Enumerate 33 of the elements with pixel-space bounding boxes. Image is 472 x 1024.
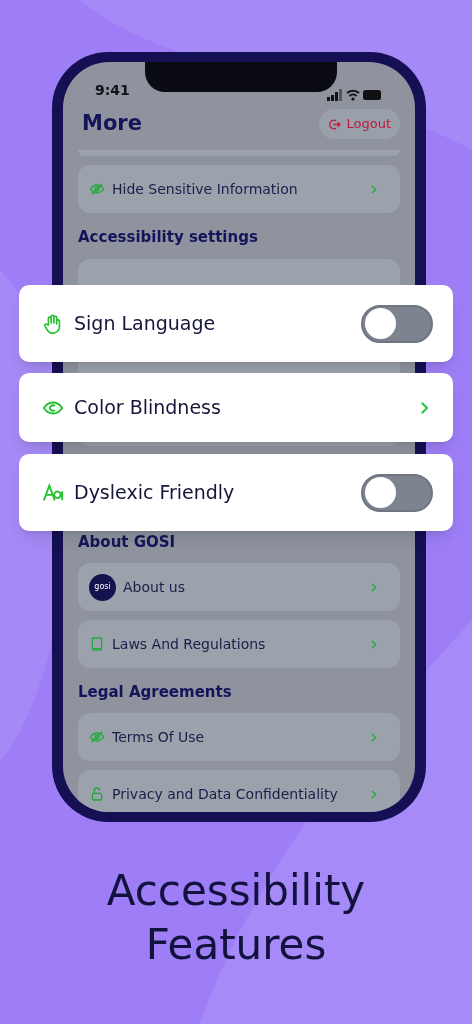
toggle-switch[interactable] [361,473,433,512]
font-size-icon [42,481,64,504]
status-icons [327,89,383,101]
row-label: Privacy and Data Confidentiality [112,784,338,804]
list-row[interactable]: gosi About us [78,563,400,611]
list-row[interactable]: Hide Sensitive Information [78,165,400,213]
section-heading: Accessibility settings [78,227,259,247]
row-label: Hide Sensitive Information [112,179,298,199]
section-heading: About GOSI [78,532,177,552]
page-title: More [82,110,142,138]
row-label: Color Blindness [74,395,221,421]
settings-row[interactable]: Color Blindness [19,373,453,442]
list-row[interactable]: Privacy and Data Confidentiality [78,770,400,812]
row-label: About us [123,577,185,597]
caption-text: Features [145,919,327,971]
eye-slash-icon [89,181,105,197]
settings-row[interactable]: Dyslexic Friendly [19,454,453,531]
row-label: Terms Of Use [112,727,205,747]
gosi-logo: gosi [89,573,116,601]
section-heading: Legal Agreements [78,682,233,702]
lock-icon [89,786,105,802]
list-row[interactable]: Terms Of Use [78,713,400,761]
toggle-switch[interactable] [361,304,433,343]
caption-text: Accessibility [106,865,366,917]
list-row[interactable]: Laws And Regulations [78,620,400,668]
eye-slash-icon [89,729,105,745]
logout-icon [328,117,342,131]
row-label: Sign Language [74,311,216,337]
settings-row[interactable]: Sign Language [19,285,453,362]
row-label: Dyslexic Friendly [74,480,235,506]
status-time: 9:41 [95,81,130,100]
row-label: Laws And Regulations [112,634,266,654]
book-icon [89,636,105,652]
